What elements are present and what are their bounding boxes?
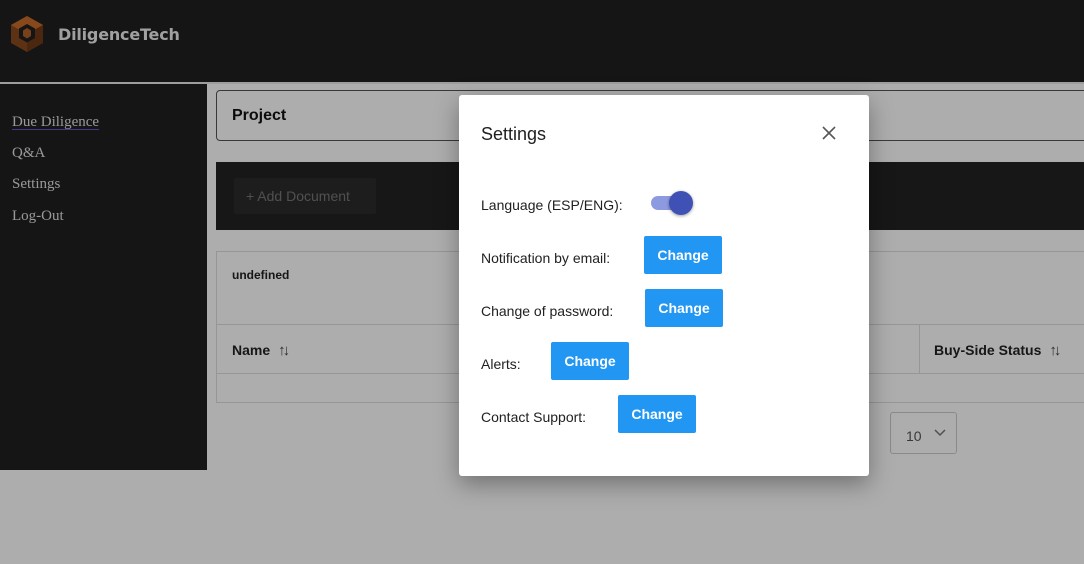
toggle-knob	[669, 191, 693, 215]
close-icon[interactable]	[819, 123, 839, 143]
settings-dialog: Settings Language (ESP/ENG): Notificatio…	[459, 95, 869, 476]
support-label: Contact Support:	[481, 409, 587, 425]
notification-change-button[interactable]: Change	[644, 236, 722, 274]
alerts-change-button[interactable]: Change	[551, 342, 629, 380]
support-change-button[interactable]: Change	[618, 395, 696, 433]
notification-label: Notification by email:	[481, 250, 611, 266]
language-toggle[interactable]	[649, 191, 693, 215]
alerts-label: Alerts:	[481, 356, 521, 372]
dialog-title: Settings	[481, 124, 547, 144]
password-change-button[interactable]: Change	[645, 289, 723, 327]
password-label: Change of password:	[481, 303, 614, 319]
language-label: Language (ESP/ENG):	[481, 197, 623, 213]
